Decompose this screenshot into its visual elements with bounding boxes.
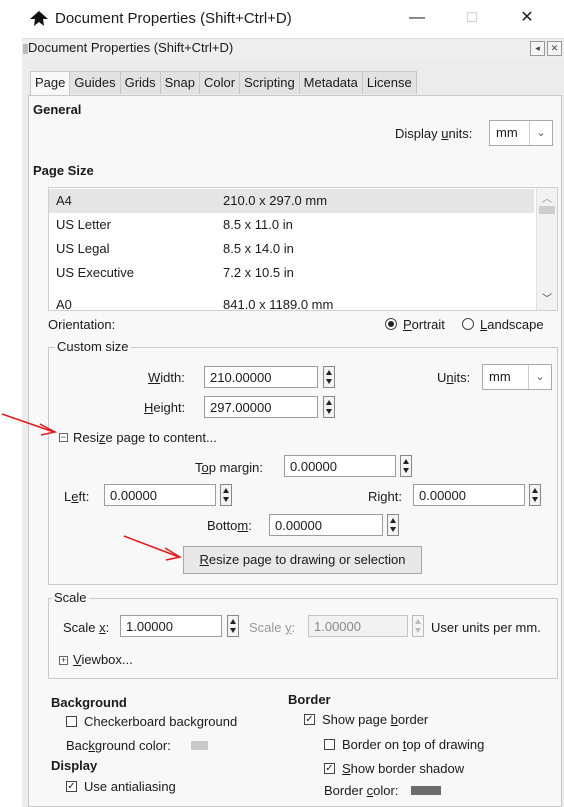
units-label: Units:	[437, 370, 471, 385]
left-margin-stepper[interactable]	[220, 484, 232, 506]
portrait-radio[interactable]	[385, 318, 397, 330]
resize-to-drawing-button[interactable]: Resize page to drawing or selection	[183, 546, 422, 574]
orientation-label: Orientation:	[48, 317, 116, 332]
border-color-swatch[interactable]	[411, 786, 441, 795]
border-color-label: Border color:	[324, 783, 399, 798]
bottom-margin-stepper[interactable]	[387, 514, 399, 536]
resize-to-content-expander[interactable]: Resize page to content...	[73, 430, 217, 445]
width-input[interactable]: 210.00000	[204, 366, 318, 388]
expand-icon[interactable]: +	[59, 656, 68, 665]
custom-size-legend: Custom size	[55, 339, 131, 354]
display-units-label: Display units:	[395, 126, 473, 141]
border-on-top-label[interactable]: Border on top of drawing	[342, 737, 484, 752]
maximize-button[interactable]: □	[449, 4, 495, 32]
left-margin-label: Left:	[64, 489, 90, 504]
page-size-scrollbar[interactable]: ︿ ﹀	[536, 188, 557, 310]
width-stepper[interactable]	[323, 366, 335, 388]
list-item[interactable]: US Legal 8.5 x 14.0 in	[49, 237, 534, 261]
scale-y-input: 1.00000	[308, 615, 408, 637]
units-select[interactable]: mm ⌄	[482, 364, 552, 390]
page-size-list[interactable]: A4 210.0 x 297.0 mm US Letter 8.5 x 11.0…	[48, 187, 558, 311]
window-title: Document Properties (Shift+Ctrl+D)	[55, 10, 292, 27]
tab-page[interactable]: Page	[30, 71, 71, 96]
top-margin-input[interactable]: 0.00000	[284, 455, 396, 477]
scroll-up-icon[interactable]: ︿	[542, 190, 552, 205]
show-border-shadow-label[interactable]: Show border shadow	[342, 761, 464, 776]
tab-license[interactable]: License	[361, 71, 417, 94]
display-heading: Display	[51, 758, 98, 773]
right-margin-stepper[interactable]	[529, 484, 541, 506]
display-units-value: mm	[496, 125, 518, 140]
scale-legend: Scale	[52, 590, 89, 605]
scroll-down-icon[interactable]: ﹀	[542, 290, 552, 305]
right-margin-label: Right:	[368, 489, 402, 504]
scroll-thumb[interactable]	[539, 206, 555, 214]
dock-iconify-button[interactable]: ◂	[530, 41, 545, 56]
checkerboard-checkbox[interactable]	[66, 716, 77, 727]
list-item[interactable]: US Letter 8.5 x 11.0 in	[49, 213, 534, 237]
right-margin-input[interactable]: 0.00000	[413, 484, 525, 506]
tab-grids[interactable]: Grids	[119, 71, 161, 94]
tab-snap[interactable]: Snap	[159, 71, 201, 94]
landscape-radio[interactable]	[462, 318, 474, 330]
chevron-down-icon: ⌄	[529, 121, 552, 145]
background-color-swatch[interactable]	[191, 741, 208, 750]
scale-x-stepper[interactable]	[227, 615, 239, 637]
border-heading: Border	[288, 692, 331, 707]
left-margin-input[interactable]: 0.00000	[104, 484, 216, 506]
scale-units-text: User units per mm.	[431, 620, 541, 635]
tab-bar: Page Guides Grids Snap Color Scripting M…	[30, 71, 417, 96]
landscape-label[interactable]: Landscape	[480, 317, 544, 332]
height-input[interactable]: 297.00000	[204, 396, 318, 418]
tab-metadata[interactable]: Metadata	[298, 71, 363, 94]
page-size-heading: Page Size	[33, 163, 94, 178]
list-item[interactable]: A4 210.0 x 297.0 mm	[49, 189, 534, 213]
top-margin-stepper[interactable]	[400, 455, 412, 477]
inkscape-logo-icon	[30, 11, 48, 27]
portrait-label[interactable]: Portrait	[403, 317, 445, 332]
height-label: Height:	[144, 400, 186, 415]
show-border-shadow-checkbox[interactable]: ✓	[324, 763, 335, 774]
checkerboard-label[interactable]: Checkerboard background	[84, 714, 237, 729]
tab-color[interactable]: Color	[199, 71, 241, 94]
background-color-label: Background color:	[66, 738, 171, 753]
list-item[interactable]: A0 841.0 x 1189.0 mm	[49, 293, 534, 310]
show-page-border-checkbox[interactable]: ✓	[304, 714, 315, 725]
list-item[interactable]: US Executive 7.2 x 10.5 in	[49, 261, 534, 285]
bottom-margin-input[interactable]: 0.00000	[269, 514, 383, 536]
general-heading: General	[33, 102, 82, 117]
annotation-arrow-icon	[1, 413, 58, 436]
scale-y-stepper	[412, 615, 424, 637]
scale-x-label: Scale x:	[63, 620, 110, 635]
tab-scripting[interactable]: Scripting	[239, 71, 300, 94]
antialiasing-label[interactable]: Use antialiasing	[84, 779, 176, 794]
minimize-button[interactable]: —	[394, 4, 440, 32]
border-on-top-checkbox[interactable]	[324, 739, 335, 750]
collapse-icon[interactable]: −	[59, 433, 68, 442]
annotation-arrow-icon	[123, 535, 182, 561]
top-margin-label: Top margin:	[195, 460, 263, 475]
dock-title: Document Properties (Shift+Ctrl+D)	[28, 40, 234, 55]
dock-close-button[interactable]: ✕	[547, 41, 562, 56]
antialiasing-checkbox[interactable]: ✓	[66, 781, 77, 792]
height-stepper[interactable]	[323, 396, 335, 418]
scale-y-label: Scale y:	[249, 620, 296, 635]
close-button[interactable]: ✕	[504, 4, 550, 32]
scale-x-input[interactable]: 1.00000	[120, 615, 222, 637]
viewbox-expander[interactable]: Viewbox...	[73, 652, 133, 667]
bottom-margin-label: Bottom:	[207, 518, 252, 533]
width-label: Width:	[148, 370, 185, 385]
units-value: mm	[489, 369, 511, 384]
background-heading: Background	[51, 695, 127, 710]
tab-guides[interactable]: Guides	[69, 71, 121, 94]
show-page-border-label[interactable]: Show page border	[322, 712, 428, 727]
display-units-select[interactable]: mm ⌄	[489, 120, 553, 146]
chevron-down-icon: ⌄	[528, 365, 551, 389]
